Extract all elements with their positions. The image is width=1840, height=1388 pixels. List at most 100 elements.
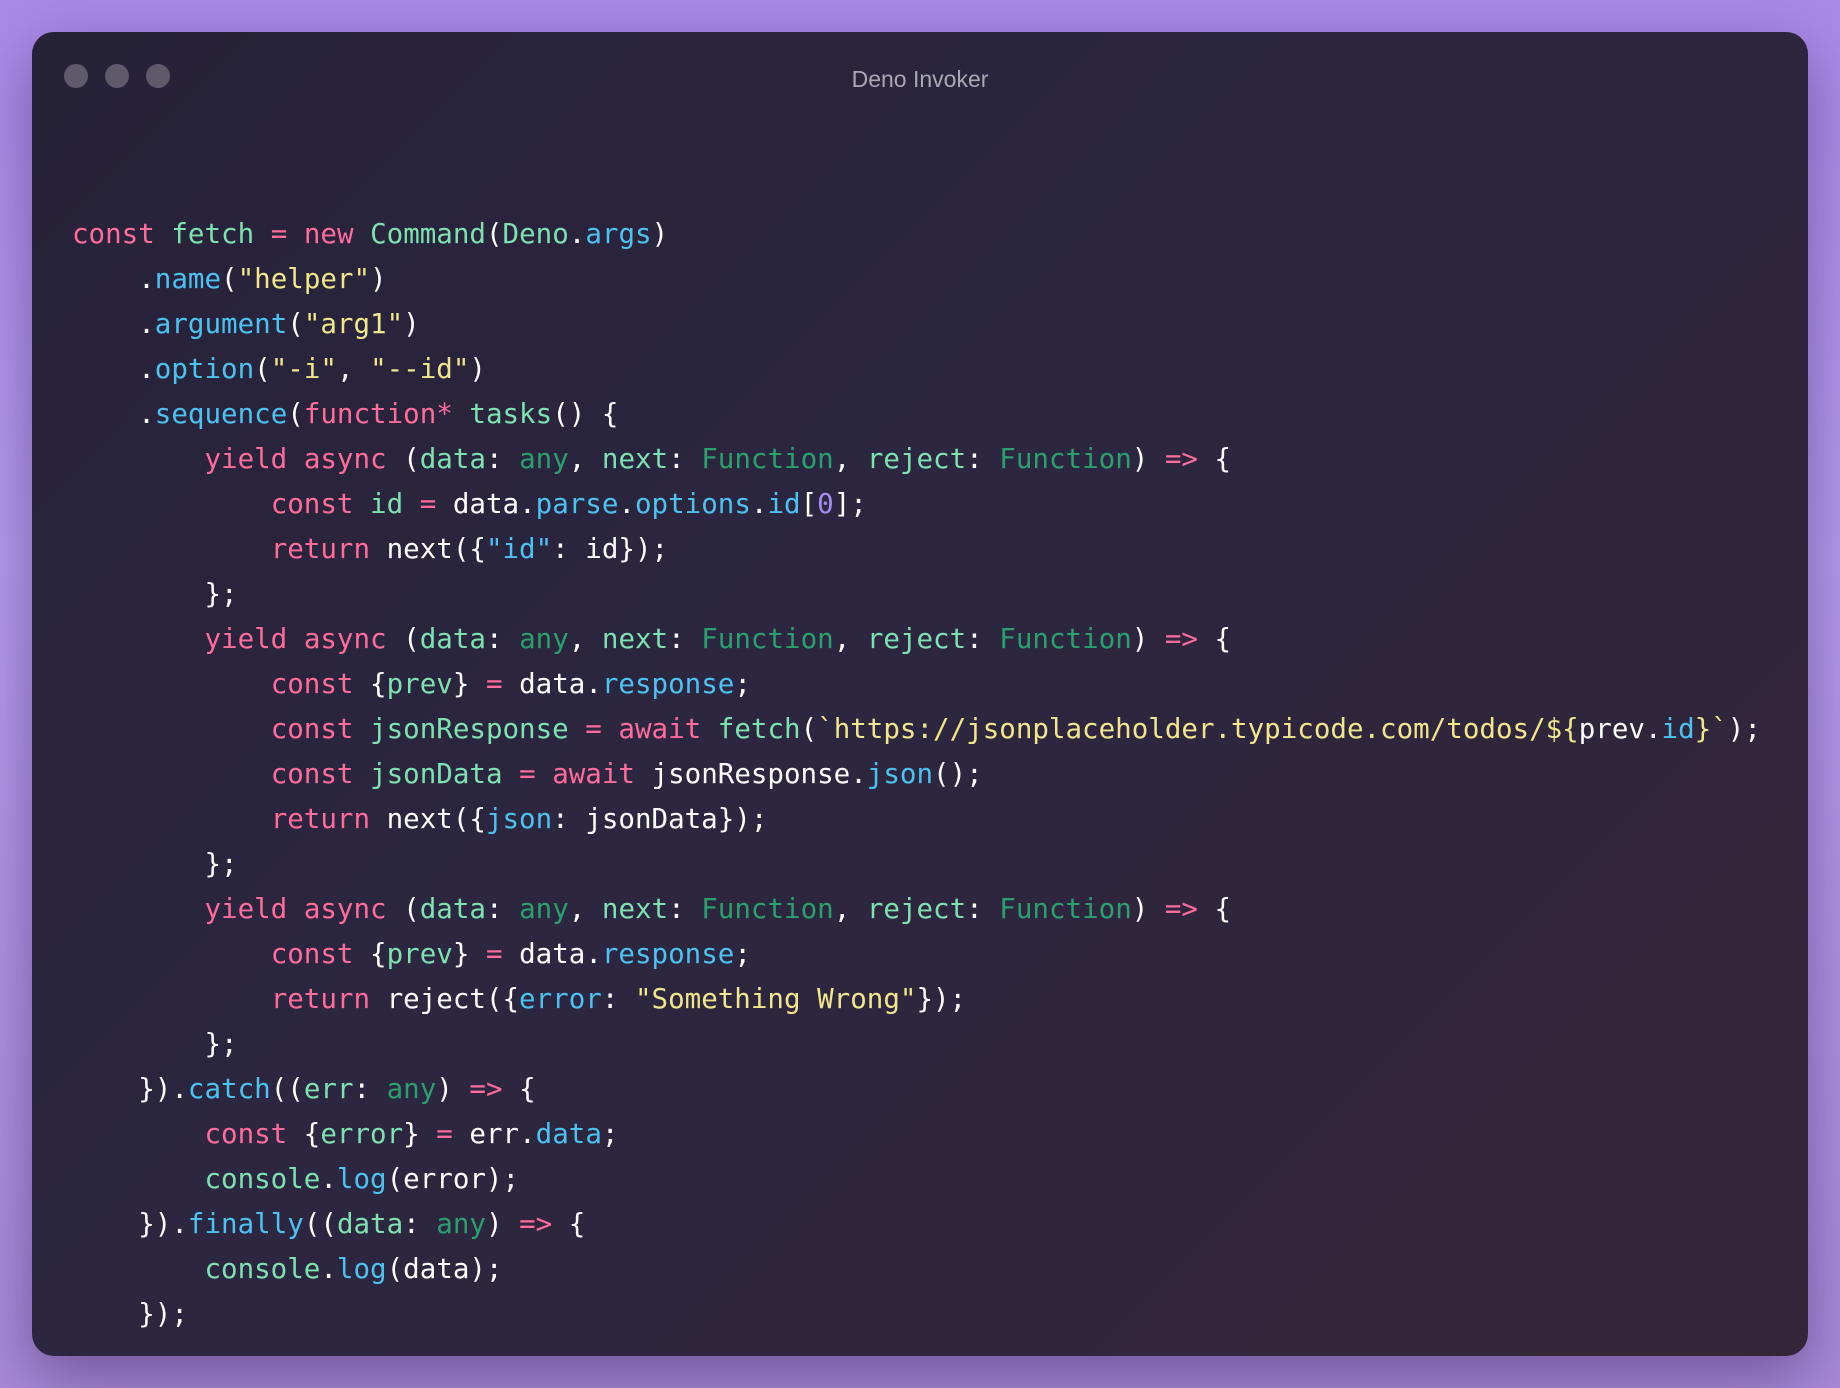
code-token: : [601,983,635,1015]
code-token: ]; [833,488,867,520]
code-token: ; [601,1118,619,1150]
code-token: id [767,488,801,520]
code-token: reject [866,893,967,925]
code-token: console [204,1253,321,1285]
code-token: ) [469,353,486,385]
code-token: , [833,623,867,655]
code-line: console.log(error); [72,1157,1761,1202]
code-token: reject [866,623,967,655]
code-token: . [568,218,586,250]
code-token: }` [1694,713,1728,745]
code-token: "--id" [370,353,470,385]
code-token: . [72,353,155,385]
code-token: "Something Wrong" [634,983,917,1015]
code-token: , [568,623,602,655]
code-token: const [270,488,354,520]
code-token: parse [535,488,619,520]
code-token: : [668,893,702,925]
code-token: , [336,353,371,385]
code-token: Function [999,893,1132,925]
code-token: data [419,623,486,655]
code-token: data. [502,938,602,970]
code-line: const {error} = err.data; [72,1112,1761,1157]
code-token: , [568,893,602,925]
code-token: (( [270,1073,304,1105]
code-line: return reject({error: "Something Wrong"}… [72,977,1761,1022]
code-token: { [1198,443,1232,475]
code-token: ) [370,263,387,295]
code-token: { [353,938,387,970]
code-line: return next({json: jsonData}); [72,797,1761,842]
code-token: tasks [469,398,553,430]
code-token: args [585,218,652,250]
code-token: yield [204,623,288,655]
code-token: ( [386,623,420,655]
code-token: json [866,758,934,790]
code-token: ) [436,1073,470,1105]
code-token: Function [701,893,834,925]
code-token: yield [204,893,288,925]
code-token: "helper" [237,263,371,295]
code-token: => [519,1208,553,1240]
code-token: name [154,263,222,295]
code-token: next({ [370,803,486,835]
code-token: Deno [502,218,569,250]
code-token: ; [734,668,751,700]
code-token: error [519,983,602,1015]
code-line: }); [72,1292,1761,1337]
code-token: const [204,1118,288,1150]
code-token: } [452,938,486,970]
code-line: yield async (data: any, next: Function, … [72,617,1761,662]
code-token: => [1164,893,1198,925]
code-token: : [966,443,1000,475]
code-line: }).finally((data: any) => { [72,1202,1761,1247]
code-token: jsonResponse [370,713,569,745]
code-token: }; [72,578,238,610]
code-line: const jsonResponse = await fetch(`https:… [72,707,1761,752]
code-token: const [270,668,354,700]
title-bar: Deno Invoker [32,32,1808,122]
code-token: next({ [370,533,486,565]
code-token: next [601,623,669,655]
code-token: err. [452,1118,536,1150]
code-token: : [403,1208,437,1240]
code-token: await [552,758,635,790]
code-token: { [1198,893,1232,925]
code-token: yield [204,443,288,475]
code-token: , [833,893,867,925]
code-token: err [303,1073,354,1105]
code-token: { [552,1208,586,1240]
code-token: jsonResponse. [634,758,867,790]
code-line: return next({"id": id}); [72,527,1761,572]
code-token: ( [485,218,503,250]
code-token: : [353,1073,387,1105]
code-token: }); [916,983,967,1015]
code-line: }; [72,1022,1761,1067]
code-line: yield async (data: any, next: Function, … [72,887,1761,932]
code-token: . [320,1163,337,1195]
code-line: console.log(data); [72,1247,1761,1292]
code-token: : [485,443,520,475]
code-token: }; [72,1028,238,1060]
code-token: async [303,443,387,475]
code-token: { [1198,623,1232,655]
code-token: ) [403,308,420,340]
code-line: .sequence(function* tasks() { [72,392,1761,437]
code-token: sequence [154,398,288,430]
code-token: "arg1" [303,308,404,340]
code-line: .option("-i", "--id") [72,347,1761,392]
code-token: id [370,488,404,520]
code-token: any [519,443,569,475]
